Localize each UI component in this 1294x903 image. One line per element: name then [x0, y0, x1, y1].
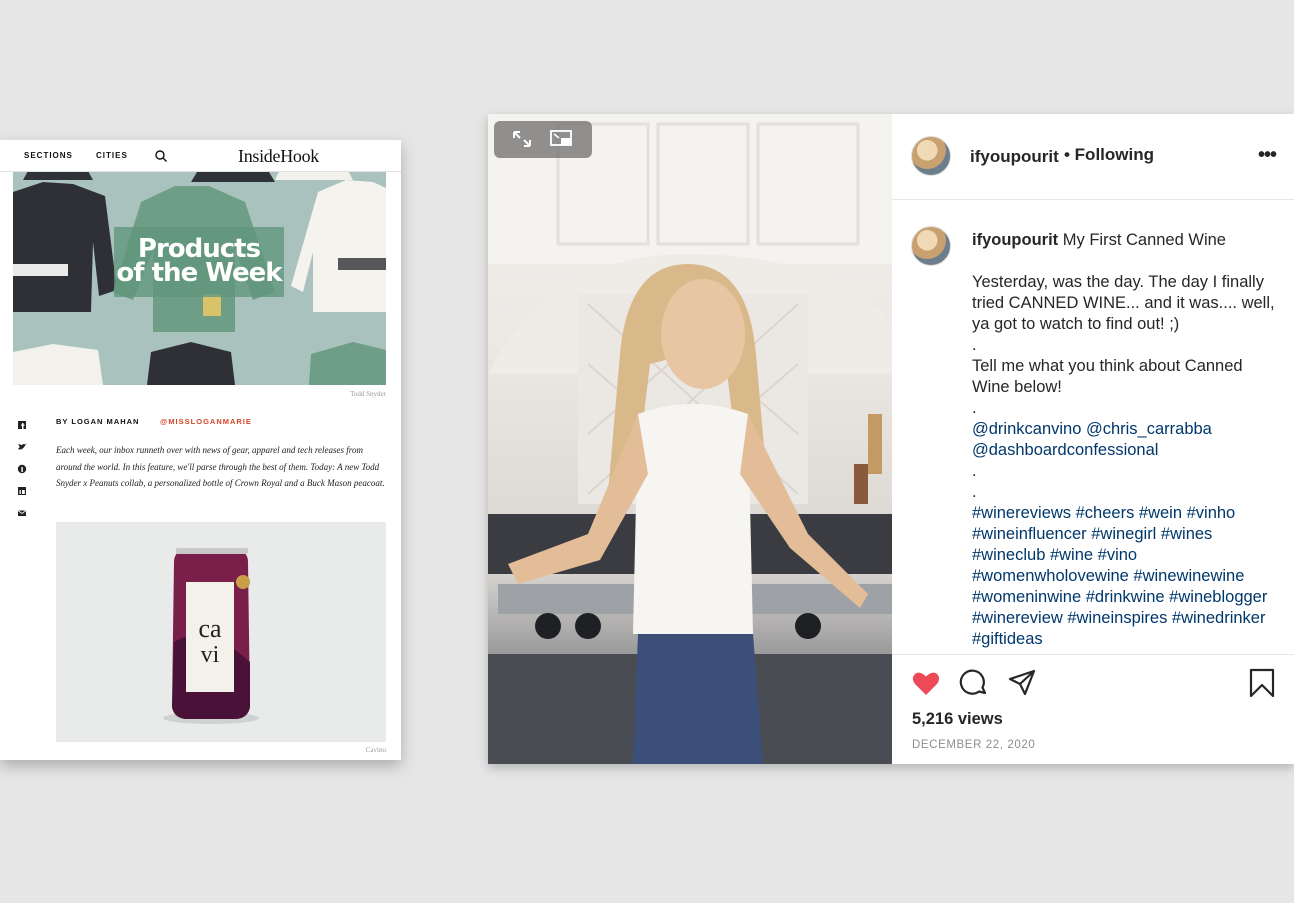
post-actions: 5,216 views DECEMBER 22, 2020 [892, 654, 1294, 764]
picture-in-picture-icon[interactable] [549, 128, 573, 150]
instagram-post: ifyoupourit • Following ••• ifyoupourit … [488, 114, 1294, 764]
product-photo-credit: Cavino [365, 746, 386, 754]
author-byline: BY LOGAN MAHAN [56, 417, 140, 426]
svg-text:ca: ca [198, 614, 222, 643]
heart-icon[interactable] [911, 668, 941, 698]
linkedin-icon[interactable] [17, 486, 27, 496]
post-username[interactable]: ifyoupourit [970, 147, 1059, 167]
view-count[interactable]: 5,216 views [912, 710, 1003, 729]
svg-text:vi: vi [201, 642, 220, 668]
insidehook-logo[interactable]: InsideHook [238, 146, 319, 167]
following-button[interactable]: • Following [1064, 145, 1154, 165]
share-icon[interactable] [1007, 668, 1037, 698]
caption-mentions[interactable]: @drinkcanvino @chris_carrabba @dashboard… [972, 419, 1284, 461]
caption-text: ifyoupourit My First Canned Wine Yesterd… [972, 230, 1284, 650]
share-icons-column [17, 420, 29, 530]
twitter-icon[interactable] [17, 442, 27, 452]
search-icon[interactable] [154, 149, 168, 163]
caption-title: My First Canned Wine [1062, 231, 1226, 249]
bookmark-icon[interactable] [1247, 668, 1277, 698]
post-date: DECEMBER 22, 2020 [912, 739, 1036, 751]
avatar[interactable] [911, 136, 951, 176]
post-header: ifyoupourit • Following ••• [892, 114, 1294, 200]
video-controls [494, 121, 592, 158]
nav-sections-link[interactable]: SECTIONS [24, 151, 73, 160]
expand-icon[interactable] [510, 128, 534, 150]
caption-hashtags[interactable]: #winereviews #cheers #wein #vinho #winei… [972, 503, 1284, 650]
hero-title-box: Products of the Week [114, 227, 284, 297]
email-icon[interactable] [17, 508, 27, 518]
pinterest-icon[interactable] [17, 464, 27, 474]
video-player[interactable] [488, 114, 892, 764]
video-frame-kitchen [488, 114, 892, 764]
hero-title-line2: of the Week [116, 258, 282, 288]
more-options-icon[interactable]: ••• [1258, 144, 1277, 167]
product-image: ca vi [56, 522, 386, 742]
insidehook-article-card: SECTIONS CITIES InsideHook Products of t… [0, 140, 401, 760]
caption-body: Yesterday, was the day. The day I finall… [972, 273, 1275, 417]
facebook-icon[interactable] [17, 420, 27, 430]
insidehook-nav: SECTIONS CITIES InsideHook [0, 140, 401, 172]
hero-photo-credit: Todd Snyder [350, 390, 386, 398]
canvino-can-image: ca vi [163, 548, 259, 724]
nav-cities-link[interactable]: CITIES [96, 151, 128, 160]
caption-username[interactable]: ifyoupourit [972, 231, 1058, 249]
caption-area: ifyoupourit My First Canned Wine Yesterd… [892, 200, 1294, 654]
hero-image: Products of the Week [13, 172, 386, 385]
author-twitter-handle[interactable]: @MISSLOGANMARIE [160, 417, 252, 426]
caption-avatar[interactable] [911, 226, 951, 266]
post-panel: ifyoupourit • Following ••• ifyoupourit … [892, 114, 1294, 764]
caption-separators: . . [972, 462, 977, 501]
article-intro: Each week, our inbox runneth over with n… [56, 445, 385, 488]
comment-icon[interactable] [959, 668, 989, 698]
